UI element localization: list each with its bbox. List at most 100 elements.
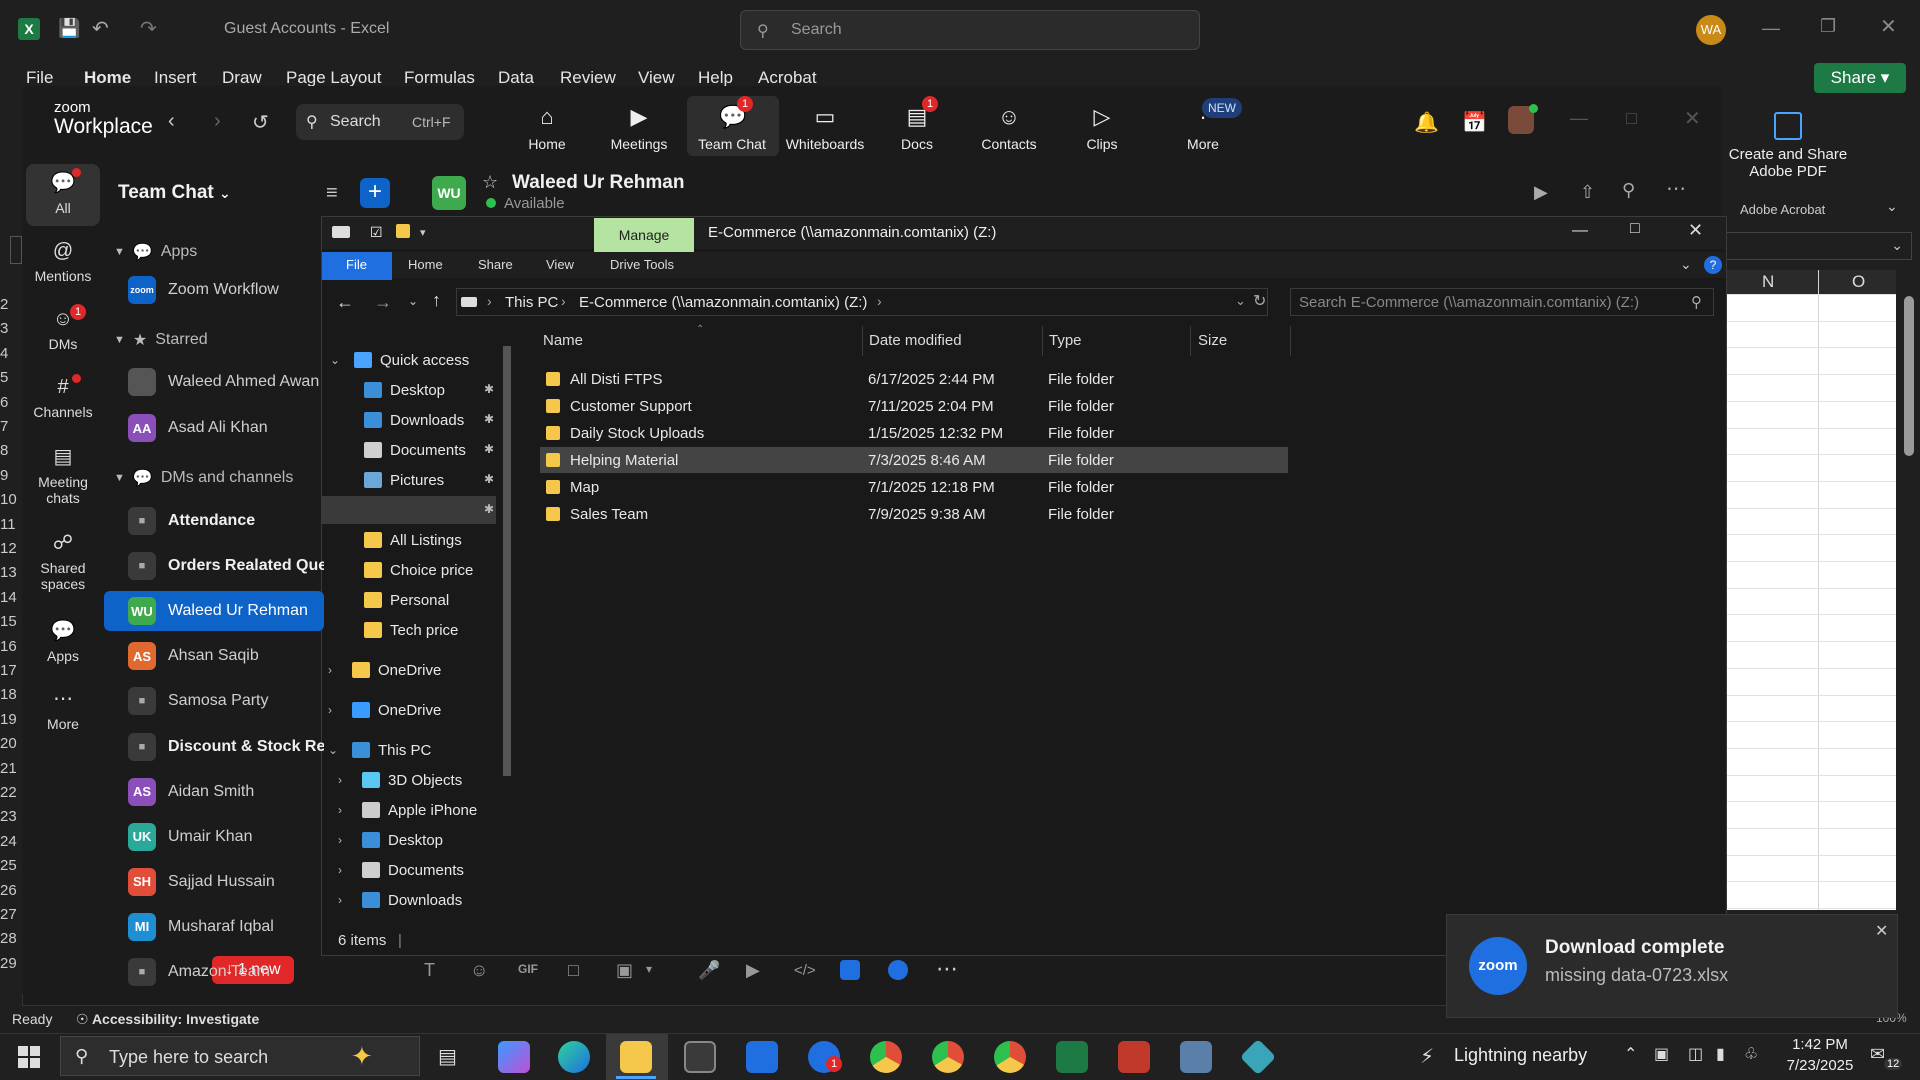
row-number[interactable]: 12 — [0, 540, 22, 557]
expand-chevron-icon[interactable]: › — [328, 663, 332, 677]
excel-tab-draw[interactable]: Draw — [222, 68, 262, 88]
calculator-icon[interactable] — [1180, 1041, 1212, 1073]
excel-tab-home[interactable]: Home — [84, 68, 131, 88]
nav-contact-card[interactable]: ☺ Contacts — [964, 104, 1054, 152]
expand-chevron-icon[interactable]: › — [338, 893, 342, 907]
row-number[interactable]: 16 — [0, 638, 22, 655]
weather-storm-icon[interactable]: ⚡ — [1420, 1044, 1434, 1069]
file-icon[interactable]: □ — [568, 960, 579, 981]
excel-search-box[interactable]: ⚲ Search — [740, 10, 1200, 50]
nav-scrollbar[interactable] — [500, 326, 514, 926]
excel-tab-file[interactable]: File — [26, 68, 53, 88]
row-number[interactable]: 5 — [0, 369, 22, 386]
file-row[interactable]: Helping Material 7/3/2025 8:46 AM File fol… — [540, 447, 1288, 473]
row-number[interactable]: 9 — [0, 467, 22, 484]
zoom-app-shortcut-icon[interactable] — [840, 960, 860, 980]
battery-icon[interactable]: ▮ — [1716, 1044, 1725, 1064]
emoji-icon[interactable]: ☺ — [470, 960, 488, 981]
nav-folder-techprice[interactable]: Tech price — [364, 616, 458, 644]
row-number[interactable]: 15 — [0, 613, 22, 630]
rail-all[interactable]: 💬 All — [26, 170, 100, 216]
excel-tab-acrobat[interactable]: Acrobat — [758, 68, 817, 88]
nav-pinned-pictures[interactable]: Pictures — [364, 466, 444, 494]
nav-scroll-thumb[interactable] — [503, 346, 511, 776]
download-toast[interactable]: zoom Download complete missing data-0723… — [1446, 914, 1898, 1018]
explorer-tab-view[interactable]: View — [546, 257, 574, 272]
sidebar-item-dm[interactable]: UK Umair Khan — [104, 817, 324, 857]
accessibility-status[interactable]: ☉ Accessibility: Investigate — [76, 1011, 259, 1028]
filezilla-icon[interactable] — [1118, 1041, 1150, 1073]
weather-label[interactable]: Lightning nearby — [1454, 1045, 1587, 1066]
nav-chat-bubble[interactable]: 💬 Team Chat — [687, 104, 777, 152]
file-row[interactable]: All Disti FTPS 6/17/2025 2:44 PM File fold… — [540, 366, 1288, 392]
sidebar-item-channel[interactable]: ■ Samosa Party — [104, 681, 324, 721]
text-format-icon[interactable]: T — [424, 960, 435, 981]
video-message-icon[interactable]: ▶ — [746, 960, 760, 981]
chrome-profile-3-icon[interactable] — [994, 1041, 1026, 1073]
sidebar-item-channel[interactable]: ■ Orders Realated Queries — [104, 546, 324, 586]
rail-mentions[interactable]: @ Mentions — [26, 238, 100, 284]
file-row[interactable]: Sales Team 7/9/2025 9:38 AM File folder — [540, 501, 1288, 527]
file-explorer-taskbar-icon[interactable] — [620, 1041, 652, 1073]
row-number[interactable]: 8 — [0, 442, 22, 459]
row-number[interactable]: 17 — [0, 662, 22, 679]
back-arrow-icon[interactable]: ← — [336, 292, 354, 313]
save-icon[interactable]: 💾 — [58, 18, 80, 39]
toast-file-name[interactable]: missing data-0723.xlsx — [1545, 965, 1728, 986]
forward-arrow-icon[interactable]: › — [214, 110, 221, 133]
row-number[interactable]: 28 — [0, 930, 22, 947]
screenshot-options-icon[interactable]: ▾ — [646, 962, 652, 976]
explorer-tab-file[interactable]: File — [346, 257, 367, 272]
row-number[interactable]: 14 — [0, 589, 22, 606]
sidebar-item-starred[interactable]: AA Asad Ali Khan — [104, 408, 324, 448]
row-number[interactable]: 22 — [0, 784, 22, 801]
zoom-close-icon[interactable]: ✕ — [1684, 106, 1701, 131]
sidebar-item-channel[interactable]: ■ Discount & Stock Report — [104, 727, 324, 767]
zoom-search-box[interactable]: ⚲ Search Ctrl+F — [296, 104, 464, 140]
row-number[interactable]: 3 — [0, 320, 22, 337]
name-box[interactable] — [10, 236, 22, 264]
row-number[interactable]: 18 — [0, 686, 22, 703]
sidebar-item-dm[interactable]: AS Ahsan Saqib — [104, 636, 324, 676]
chat-search-icon[interactable]: ⚲ — [1622, 180, 1635, 201]
microphone-icon[interactable]: 🎤 — [698, 960, 720, 981]
expand-chevron-icon[interactable]: › — [338, 803, 342, 817]
expand-chevron-icon[interactable]: › — [338, 833, 342, 847]
nav-document[interactable]: ▤ Docs — [872, 104, 962, 152]
recent-locations-icon[interactable]: ⌄ — [408, 294, 418, 308]
nav-pinned-downloads[interactable]: Downloads — [364, 406, 464, 434]
excel-taskbar-icon[interactable] — [1056, 1041, 1088, 1073]
properties-icon[interactable]: ☑ — [370, 224, 383, 241]
sidebar-item-zoom-workflow[interactable]: zoom Zoom Workflow — [104, 270, 324, 310]
toast-close-icon[interactable]: ✕ — [1875, 921, 1888, 941]
chrome-profile-1-icon[interactable] — [870, 1041, 902, 1073]
row-number[interactable]: 27 — [0, 906, 22, 923]
video-call-icon[interactable]: ▶ — [1534, 182, 1548, 203]
new-chat-plus-button[interactable]: + — [360, 178, 390, 208]
explorer-close-icon[interactable]: ✕ — [1688, 220, 1703, 241]
row-number[interactable]: 13 — [0, 564, 22, 581]
row-number[interactable]: 4 — [0, 345, 22, 362]
row-number[interactable]: 23 — [0, 808, 22, 825]
breadcrumb-drive[interactable]: E-Commerce (\\amazonmain.comtanix) (Z:) — [579, 294, 867, 311]
forward-arrow-icon[interactable]: → — [374, 292, 392, 313]
breadcrumb-this-pc[interactable]: This PC — [505, 294, 558, 311]
nav-home[interactable]: ⌂ Home — [502, 104, 592, 152]
row-number[interactable]: 11 — [0, 516, 22, 533]
nav-pc-appleiphone[interactable]: Apple iPhone — [362, 796, 477, 824]
excel-tab-view[interactable]: View — [638, 68, 675, 88]
excel-tab-page-layout[interactable]: Page Layout — [286, 68, 381, 88]
sidebar-item-dm[interactable]: AS Aidan Smith — [104, 772, 324, 812]
share-screen-icon[interactable]: ⇧ — [1580, 182, 1595, 203]
calendar-icon[interactable]: 📅 — [1462, 110, 1487, 135]
notification-center-icon[interactable]: ✉ — [1870, 1044, 1885, 1065]
sidebar-item-channel[interactable]: ■ Amazon Team — [104, 952, 324, 992]
explorer-minimize-icon[interactable]: — — [1572, 222, 1588, 240]
column-header-name[interactable]: Name — [543, 332, 583, 349]
section-dms-header[interactable]: ▼ 💬 DMs and channels — [114, 468, 293, 488]
notifications-bell-icon[interactable]: 🔔 — [1414, 110, 1439, 135]
star-outline-icon[interactable]: ☆ — [482, 172, 498, 193]
taskbar-search-box[interactable]: ⚲ Type here to search ✦ — [60, 1036, 420, 1076]
nav-onedrive[interactable]: OneDrive — [352, 696, 441, 724]
nav-pinned-desktop[interactable]: Desktop — [364, 376, 445, 404]
